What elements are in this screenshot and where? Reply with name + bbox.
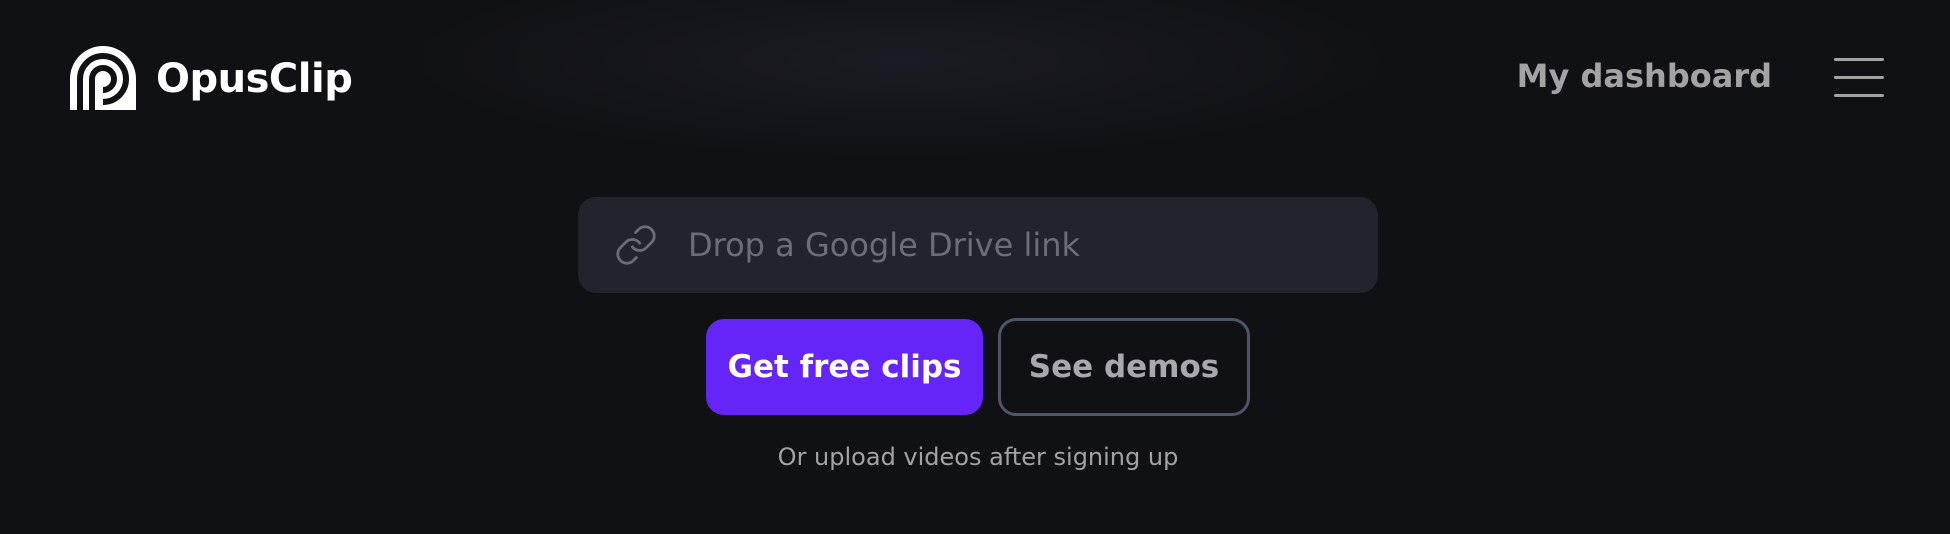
google-drive-link-input[interactable] bbox=[688, 197, 1348, 293]
see-demos-button[interactable]: See demos bbox=[998, 318, 1250, 416]
upload-hint-text: Or upload videos after signing up bbox=[777, 443, 1179, 471]
link-icon bbox=[616, 225, 656, 265]
menu-bar-middle bbox=[1834, 76, 1884, 79]
brand-logo[interactable]: OpusClip bbox=[70, 46, 353, 112]
brand-name: OpusClip bbox=[156, 56, 353, 102]
hamburger-menu-icon[interactable] bbox=[1834, 58, 1884, 98]
link-input-container[interactable] bbox=[578, 197, 1378, 293]
my-dashboard-link[interactable]: My dashboard bbox=[1517, 57, 1772, 95]
opusclip-logo-icon bbox=[70, 46, 136, 112]
background-glow bbox=[400, 0, 1400, 160]
menu-bar-top bbox=[1834, 58, 1884, 61]
menu-bar-bottom bbox=[1834, 94, 1884, 97]
get-free-clips-button[interactable]: Get free clips bbox=[706, 319, 983, 415]
